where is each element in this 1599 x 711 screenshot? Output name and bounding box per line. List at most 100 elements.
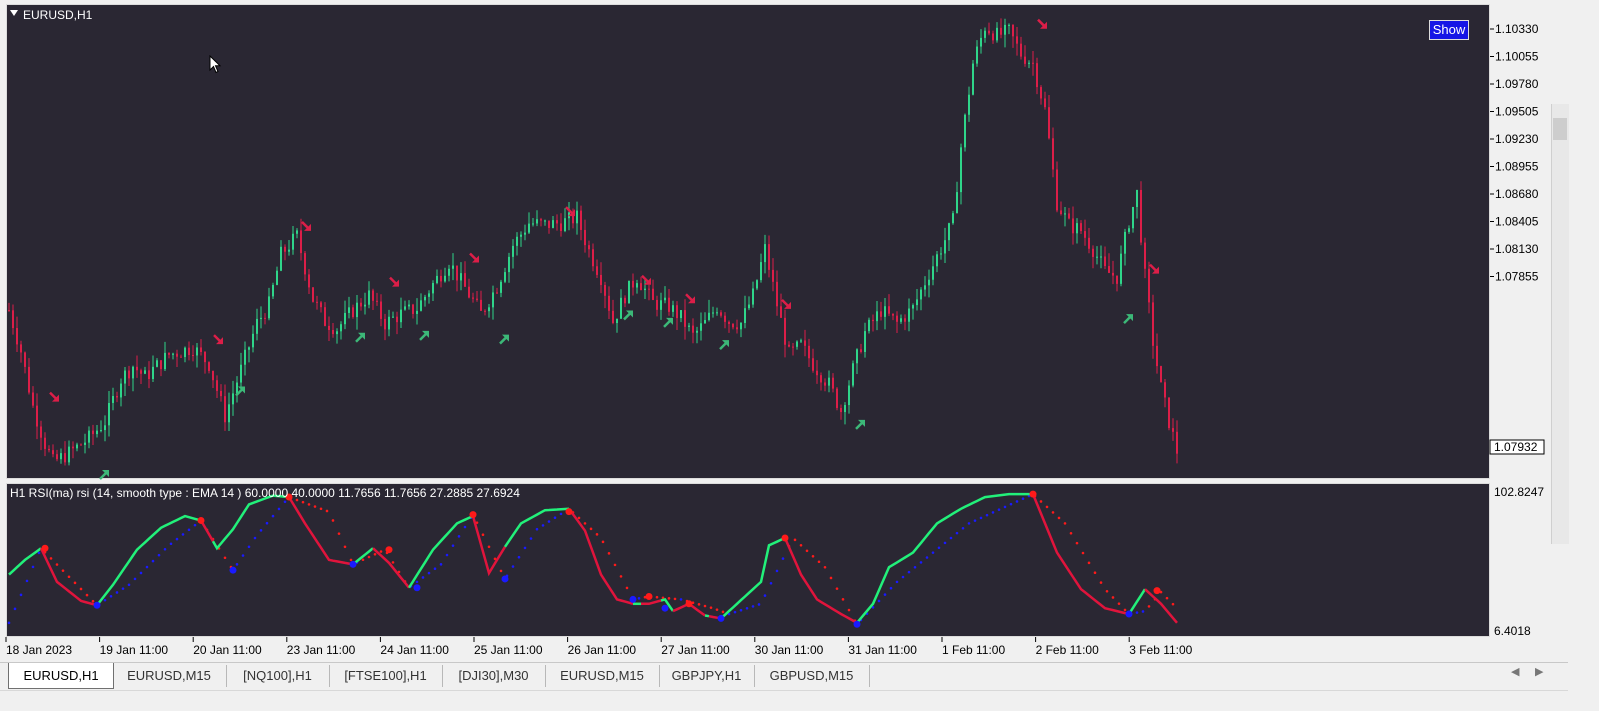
rsi-signal-dot [715,608,719,611]
rsi-signal-dot [307,503,311,506]
rsi-signal-dot [109,595,113,598]
chart-tab[interactable]: [FTSE100],H1 [329,665,443,687]
vertical-scrollbar[interactable] [1551,104,1569,544]
rsi-signal-dot [1111,596,1115,599]
rsi-signal-dot [331,519,335,522]
rsi-signal-dot [763,594,767,597]
price-axis-label: 1.09505 [1495,105,1539,119]
rsi-trough-dot [349,560,357,568]
rsi-signal-dot [613,563,617,567]
rsi-signal-dot [535,527,539,531]
rsi-signal-dot [847,608,851,612]
rsi-signal-dot [235,563,239,566]
rsi-signal-dot [253,536,257,540]
rsi-signal-dot [169,542,173,546]
rsi-trough-dot [93,601,101,609]
rsi-signal-dot [163,547,167,551]
rsi-signal-dot [745,606,749,610]
chart-tab[interactable]: [DJI30],M30 [442,665,546,687]
rsi-signal-dot [943,541,947,545]
chart-tab[interactable]: EURUSD,M15 [112,665,227,687]
candle [1168,397,1170,431]
rsi-signal-dot [817,560,821,564]
rsi-signal-dot [877,599,881,603]
rsi-signal-dot [19,593,23,597]
rsi-signal-dot [889,586,893,590]
rsi-signal-dot [379,550,383,553]
rsi-signal-dot [1147,605,1151,608]
rsi-signal-dot [463,525,467,529]
rsi-signal-dot [841,598,845,601]
rsi-signal-dot [679,598,683,601]
chart-tab-bar: ◀ ▶ EURUSD,H1 EURUSD,M15 [NQ100],H1 [FTSE10… [0,662,1568,691]
rsi-signal-dot [823,565,827,569]
rsi-signal-dot [553,516,557,520]
rsi-signal-dot [91,599,95,603]
chart-tab[interactable]: [NQ100],H1 [226,665,330,687]
rsi-signal-dot [799,544,803,547]
rsi-trough-dot [853,620,861,628]
rsi-signal-dot [697,603,701,606]
scrollbar-thumb[interactable] [1553,118,1567,140]
rsi-signal-dot [283,500,287,504]
chart-tab[interactable]: EURUSD,H1 [8,663,114,689]
rsi-signal-dot [61,569,65,572]
rsi-signal-dot [1165,596,1169,600]
time-axis-label: 25 Jan 11:00 [474,643,543,657]
show-button[interactable]: Show [1429,20,1469,40]
rsi-signal-dot [919,561,923,564]
indicator-panel[interactable] [6,483,1490,637]
rsi-signal-dot [391,561,395,564]
rsi-signal-dot [1123,608,1127,612]
rsi-signal-dot [499,569,503,573]
rsi-signal-dot [883,593,887,596]
rsi-signal-dot [457,535,461,538]
rsi-signal-dot [13,607,17,611]
rsi-signal-dot [1081,551,1085,555]
rsi-signal-dot [979,516,983,520]
status-bar [0,690,1568,711]
rsi-signal-dot [583,522,587,525]
price-axis-label: 1.10055 [1495,50,1539,64]
candle [852,360,854,388]
rsi-signal-dot [1009,502,1013,506]
candle [836,387,838,411]
rsi-trough-dot [229,566,237,574]
rsi-signal-dot [1021,497,1025,501]
rsi-signal-dot [577,516,581,520]
chart-tab[interactable]: GBPJPY,H1 [659,665,755,687]
rsi-signal-dot [907,570,911,574]
price-axis-label: 1.08955 [1495,160,1539,174]
rsi-signal-dot [67,575,71,579]
chart-symbol-title: EURUSD,H1 [23,8,93,22]
rsi-peak-dot [469,511,477,519]
rsi-signal-dot [115,591,119,594]
rsi-signal-dot [1171,602,1175,606]
rsi-signal-dot [73,581,77,585]
chart-tab[interactable]: EURUSD,M15 [545,665,660,687]
rsi-signal-dot [595,533,599,536]
rsi-signal-dot [667,597,671,600]
rsi-signal-dot [619,575,623,578]
chart-tab[interactable]: GBPUSD,M15 [754,665,870,687]
rsi-signal-dot [1099,581,1103,584]
tab-scroll-left-icon[interactable]: ◀ [1511,665,1519,678]
rsi-signal-dot [931,551,935,554]
tab-scroll-right-icon[interactable]: ▶ [1535,665,1543,678]
time-axis-label: 31 Jan 11:00 [848,643,917,657]
rsi-peak-dot [385,546,393,554]
rsi-signal-dot [427,571,431,575]
rsi-signal-dot [55,563,59,566]
rsi-signal-dot [1075,541,1079,545]
rsi-signal-dot [637,597,641,600]
rsi-signal-dot [781,557,785,560]
time-axis-label: 23 Jan 11:00 [287,643,356,657]
rsi-signal-dot [415,580,419,584]
rsi-signal-dot [1141,610,1145,613]
chart-area[interactable]: 1.10330 1.10055 1.09780 1.09505 1.09230 1.089… [0,0,1568,662]
rsi-signal-dot [805,549,809,553]
rsi-signal-dot [985,513,989,517]
rsi-signal-dot [193,523,197,527]
rsi-signal-dot [769,581,773,585]
rsi-signal-dot [1105,589,1109,593]
